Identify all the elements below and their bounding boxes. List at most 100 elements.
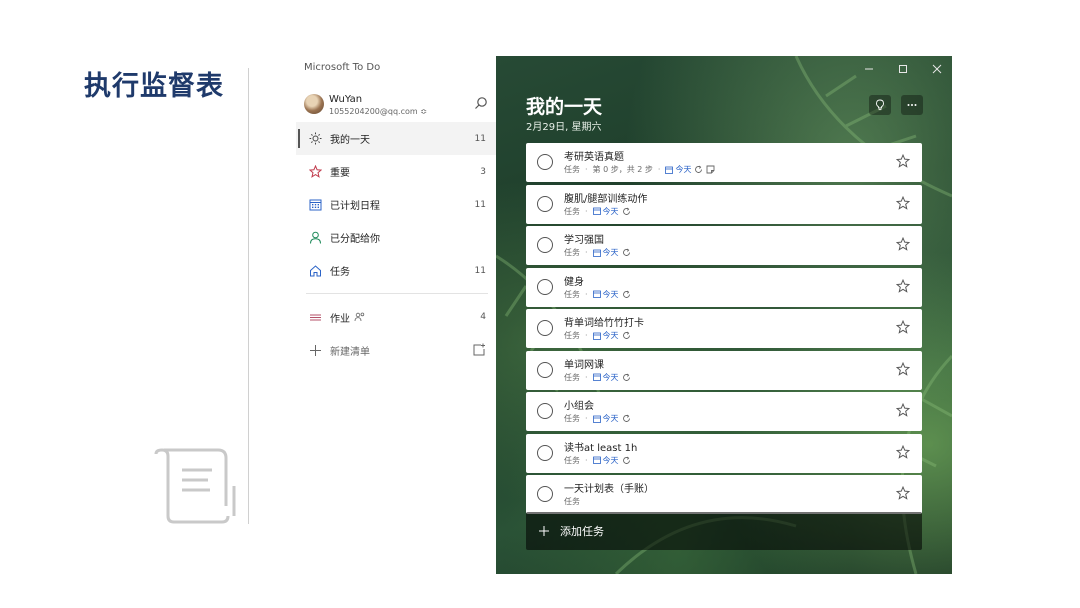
nav-label: 新建清单 (330, 346, 370, 358)
calendar-small-icon (665, 166, 674, 174)
nav-count: 11 (474, 133, 486, 144)
more-options-button[interactable] (901, 95, 923, 115)
nav-item-assigned[interactable]: 已分配给你 (296, 221, 496, 254)
task-meta: 任务 · 今天 (564, 247, 631, 258)
task-title: 一天计划表（手账） (564, 484, 654, 495)
meta-separator: · (585, 331, 588, 340)
task-category: 任务 (564, 289, 580, 299)
smart-lists: 我的一天 11 重要 3 已计划日程 11 已分配给你 任务 11 (296, 122, 496, 287)
task-title: 考研英语真题 (564, 152, 624, 163)
task-item[interactable]: 学习强国 任务 · 今天 (526, 226, 922, 265)
person-icon (308, 231, 322, 245)
task-item[interactable]: 背单词给竹竹打卡 任务 · 今天 (526, 309, 922, 348)
due-label: 今天 (602, 289, 619, 299)
task-item[interactable]: 一天计划表（手账） 任务 (526, 475, 922, 514)
task-title: 学习强国 (564, 235, 604, 246)
my-day-panel: 我的一天 2月29日, 星期六 考研英语真题 任务 · 第 0 步，共 2 步 … (496, 56, 952, 574)
star-icon[interactable] (896, 403, 910, 417)
task-meta: 任务 · 今天 (564, 206, 631, 217)
calendar-small-icon (592, 249, 601, 257)
nav-label: 任务 (330, 267, 350, 278)
due-date: 今天 (592, 247, 619, 258)
repeat-icon (622, 456, 630, 464)
task-category: 任务 (564, 331, 580, 340)
task-meta: 任务 · 今天 (564, 372, 631, 383)
nav-label: 我的一天 (330, 135, 370, 146)
star-icon[interactable] (896, 195, 910, 210)
star-icon (308, 165, 322, 179)
nav-item-my-day[interactable]: 我的一天 11 (296, 122, 496, 155)
star-icon[interactable] (896, 237, 910, 251)
account-switcher[interactable]: WuYan 1055204200@qq.com ≎ (302, 94, 492, 120)
task-meta: 任务 · 第 0 步，共 2 步 · 今天 (564, 164, 715, 175)
task-item[interactable]: 读书at least 1h 任务 · 今天 (526, 433, 922, 473)
star-icon[interactable] (896, 154, 910, 168)
new-list-button[interactable]: 新建清单 (296, 334, 496, 366)
task-item[interactable]: 考研英语真题 任务 · 第 0 步，共 2 步 · 今天 (526, 143, 922, 182)
add-task-label: 添加任务 (560, 525, 604, 538)
calendar-small-icon (592, 207, 601, 215)
lightbulb-icon (876, 99, 884, 111)
plus-icon (308, 343, 322, 357)
star-icon[interactable] (896, 320, 910, 334)
nav-item-planned[interactable]: 已计划日程 11 (296, 188, 496, 221)
due-date: 今天 (592, 330, 619, 341)
complete-task-checkbox[interactable] (537, 320, 553, 336)
nav-item-important[interactable]: 重要 3 (296, 155, 496, 188)
complete-task-checkbox[interactable] (537, 361, 553, 378)
meta-separator: · (585, 372, 588, 382)
repeat-icon (695, 165, 703, 173)
task-steps: 第 0 步，共 2 步 (592, 165, 653, 174)
due-label: 今天 (602, 248, 619, 257)
list-item-homework[interactable]: 作业 4 (296, 301, 496, 333)
nav-label: 已分配给你 (330, 234, 380, 245)
complete-task-checkbox[interactable] (537, 444, 553, 461)
page-date: 2月29日, 星期六 (526, 122, 602, 133)
maximize-icon[interactable] (896, 62, 910, 76)
task-item[interactable]: 小组会 任务 · 今天 (526, 392, 922, 431)
task-category: 任务 (564, 206, 580, 216)
sun-icon (308, 132, 322, 146)
star-icon[interactable] (896, 486, 910, 500)
task-meta: 任务 · 今天 (564, 455, 631, 466)
star-icon[interactable] (896, 361, 910, 376)
due-label: 今天 (675, 165, 692, 174)
due-date: 今天 (592, 206, 619, 217)
task-item[interactable]: 健身 任务 · 今天 (526, 267, 922, 307)
add-task-button[interactable]: 添加任务 (526, 512, 922, 550)
complete-task-checkbox[interactable] (537, 195, 553, 212)
home-icon (308, 264, 322, 278)
task-category: 任务 (564, 165, 580, 174)
due-date: 今天 (592, 413, 619, 424)
complete-task-checkbox[interactable] (537, 486, 553, 502)
new-group-icon[interactable] (472, 343, 486, 357)
nav-item-tasks[interactable]: 任务 11 (296, 254, 496, 287)
complete-task-checkbox[interactable] (537, 154, 553, 170)
due-date: 今天 (592, 289, 619, 300)
meta-separator: · (585, 455, 588, 465)
due-label: 今天 (602, 455, 619, 465)
task-item[interactable]: 单词网课 任务 · 今天 (526, 350, 922, 390)
due-date: 今天 (592, 455, 619, 466)
suggestions-button[interactable] (869, 95, 891, 115)
account-name: WuYan (329, 94, 363, 105)
slide-divider (248, 68, 249, 524)
list-lines-icon (308, 310, 322, 324)
star-icon[interactable] (896, 444, 910, 459)
task-item[interactable]: 腹肌/腿部训练动作 任务 · 今天 (526, 184, 922, 224)
repeat-icon (622, 290, 630, 298)
calendar-small-icon (592, 290, 601, 298)
meta-separator: · (585, 248, 588, 257)
search-icon[interactable] (474, 96, 488, 110)
star-icon[interactable] (896, 278, 910, 293)
task-meta: 任务 · 今天 (564, 413, 631, 424)
close-icon[interactable] (930, 62, 944, 76)
complete-task-checkbox[interactable] (537, 237, 553, 253)
task-meta: 任务 (564, 496, 580, 507)
minimize-icon[interactable] (862, 62, 876, 76)
task-title: 背单词给竹竹打卡 (564, 318, 644, 329)
nav-count: 11 (474, 265, 486, 276)
complete-task-checkbox[interactable] (537, 403, 553, 419)
complete-task-checkbox[interactable] (537, 278, 553, 295)
task-list: 考研英语真题 任务 · 第 0 步，共 2 步 · 今天 腹肌/腿部训练动作 任… (526, 143, 922, 517)
